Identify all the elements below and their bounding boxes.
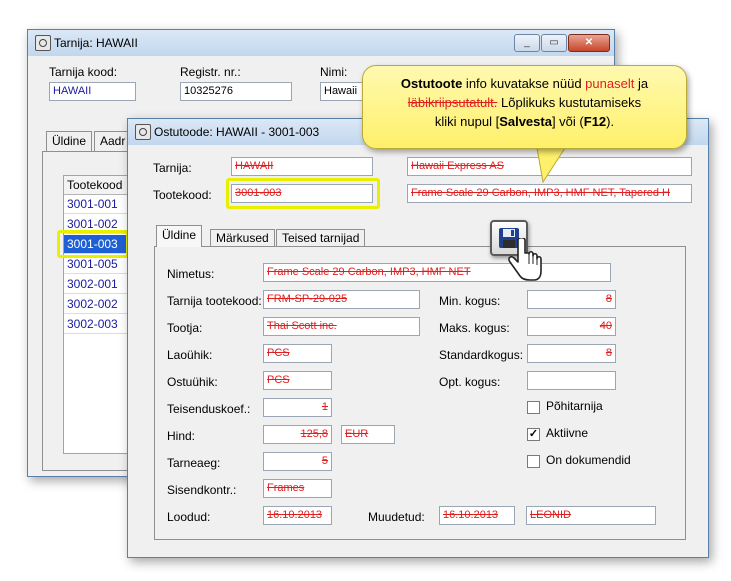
tab-teised-tarnijad[interactable]: Teised tarnijad [276, 229, 366, 247]
active-label: Aktiivne [546, 426, 589, 440]
supplier-window-title: Tarnija: HAWAII [54, 36, 138, 50]
tooltip-part3: punaselt [585, 76, 635, 91]
tooltip-part11: ). [606, 114, 615, 129]
product-list[interactable]: Tootekood 3001-001 3001-002 3001-003 300… [63, 175, 135, 454]
tooltip-part5: läbikriipsutatult. [407, 95, 498, 110]
tooltip-part10: F12 [583, 114, 607, 129]
tab-uldine[interactable]: Üldine [156, 225, 203, 247]
tab-markused[interactable]: Märkused [210, 229, 275, 247]
list-header[interactable]: Tootekood [64, 176, 134, 195]
minimize-icon[interactable]: _ [514, 34, 540, 52]
list-item[interactable]: 3002-001 [64, 275, 134, 294]
product-code-highlight [226, 178, 380, 209]
regnr-label: Registr. nr.: [180, 65, 241, 79]
created-label: Loodud: [167, 510, 211, 524]
lead-time-field[interactable]: 5 [263, 452, 332, 471]
opt-qty-field[interactable] [527, 371, 616, 390]
max-qty-label: Maks. kogus: [439, 321, 510, 335]
manufacturer-field[interactable]: Thai Scott inc. [263, 317, 420, 336]
product-code-label: Tootekood: [153, 188, 212, 202]
list-item[interactable]: 3001-001 [64, 195, 134, 214]
supplier-code-field[interactable]: HAWAII [231, 157, 373, 176]
tooltip-part9: ] või ( [551, 114, 584, 129]
purchase-item-title: Ostutoode: HAWAII - 3001-003 [154, 125, 320, 139]
has-documents-checkbox[interactable] [527, 455, 540, 468]
opt-qty-label: Opt. kogus: [439, 375, 501, 389]
purchase-unit-label: Ostuühik: [167, 375, 218, 389]
stock-unit-field[interactable]: PCS [263, 344, 332, 363]
tooltip-bubble: Ostutoote info kuvatakse nüüd punaselt j… [362, 65, 687, 149]
tooltip-part7: kliki nupul [ [434, 114, 500, 129]
maximize-icon[interactable]: ▭ [541, 34, 567, 52]
selected-row-highlight [57, 230, 129, 258]
tooltip-part1: Ostutoote [400, 76, 463, 91]
list-item[interactable]: 3002-003 [64, 315, 134, 334]
tooltip-pointer [536, 146, 566, 184]
supplier-code-field[interactable]: HAWAII [49, 82, 136, 101]
app-icon [135, 124, 151, 140]
price-label: Hind: [167, 429, 196, 443]
conversion-field[interactable]: 1 [263, 398, 332, 417]
active-checkbox[interactable]: ✓ [527, 428, 540, 441]
supplier-window-titlebar[interactable]: Tarnija: HAWAII _ ▭ ✕ [28, 30, 614, 56]
standard-qty-label: Standardkogus: [439, 348, 524, 362]
list-item[interactable]: 3002-002 [64, 295, 134, 314]
tab-uldine-back[interactable]: Üldine [46, 131, 93, 151]
input-control-field[interactable]: Frames [263, 479, 332, 498]
name-label: Nimi: [320, 65, 348, 79]
manufacturer-label: Tootja: [167, 321, 203, 335]
has-documents-label: On dokumendid [546, 453, 631, 467]
price-field[interactable]: 125,8 [263, 425, 332, 444]
app-icon [35, 35, 51, 51]
created-field[interactable]: 16.10.2013 [263, 506, 332, 525]
conversion-label: Teisenduskoef.: [167, 402, 251, 416]
min-qty-label: Min. kogus: [439, 294, 501, 308]
tooltip-part6: Lõplikuks kustutamiseks [497, 95, 642, 110]
tab-aadress-back[interactable]: Aadr [94, 131, 128, 151]
modified-user-field[interactable]: LEONID [526, 506, 656, 525]
nimetus-field[interactable]: Frame Scale 29 Carbon, IMP3, HMF NET [263, 263, 611, 282]
product-desc-field[interactable]: Frame Scale 29 Carbon, IMP3, HMF NET, Ta… [407, 184, 692, 203]
purchase-item-window: Ostutoode: HAWAII - 3001-003 Tarnija: HA… [127, 118, 709, 558]
primary-supplier-label: Põhitarnija [546, 399, 603, 413]
hand-cursor-icon [508, 238, 542, 281]
input-control-label: Sisendkontr.: [167, 483, 237, 497]
modified-field[interactable]: 16.10.2013 [439, 506, 515, 525]
primary-supplier-checkbox[interactable] [527, 401, 540, 414]
lead-time-label: Tarneaeg: [167, 456, 221, 470]
tooltip-part4: ja [634, 76, 649, 91]
supplier-code-label: Tarnija kood: [49, 65, 118, 79]
nimetus-label: Nimetus: [167, 267, 215, 281]
currency-field[interactable]: EUR [341, 425, 395, 444]
standard-qty-field[interactable]: 8 [527, 344, 616, 363]
close-icon[interactable]: ✕ [568, 34, 610, 52]
tooltip-part2: info kuvatakse nüüd [462, 76, 586, 91]
supplier-label: Tarnija: [153, 161, 192, 175]
max-qty-field[interactable]: 40 [527, 317, 616, 336]
stock-unit-label: Laoühik: [167, 348, 213, 362]
purchase-unit-field[interactable]: PCS [263, 371, 332, 390]
supplier-product-code-label: Tarnija tootekood: [167, 294, 262, 308]
supplier-product-code-field[interactable]: FRM-SP-29-025 [263, 290, 420, 309]
min-qty-field[interactable]: 8 [527, 290, 616, 309]
regnr-field[interactable]: 10325276 [180, 82, 292, 101]
modified-label: Muudetud: [368, 510, 425, 524]
tooltip-part8: Salvesta [499, 114, 552, 129]
